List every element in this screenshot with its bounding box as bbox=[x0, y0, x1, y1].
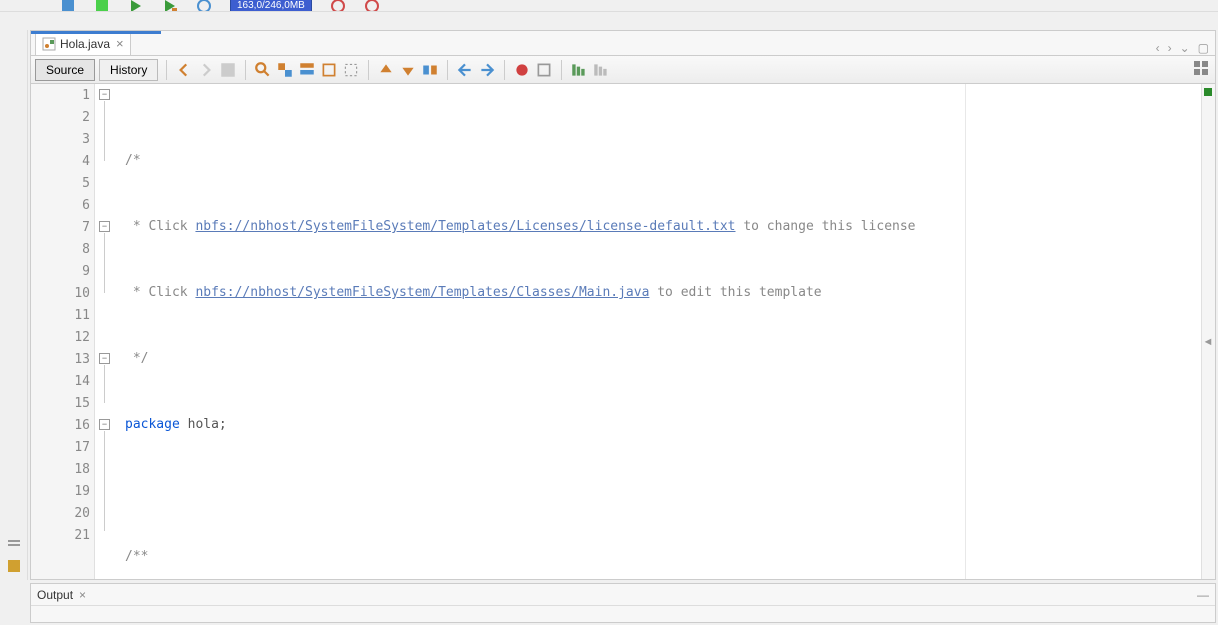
line-number: 6 bbox=[31, 194, 94, 216]
toolbar-icon[interactable] bbox=[330, 0, 346, 12]
history-view-button[interactable]: History bbox=[99, 59, 158, 81]
scroll-right-icon[interactable]: › bbox=[1168, 41, 1172, 55]
line-number: 3 bbox=[31, 128, 94, 150]
toolbar-icon[interactable] bbox=[60, 0, 76, 12]
file-tab[interactable]: Hola.java × bbox=[35, 31, 131, 55]
line-number: 7 bbox=[31, 216, 94, 238]
toolbar-icon-shift-right[interactable] bbox=[478, 61, 496, 79]
code-content[interactable]: /* * Click nbfs://nbhost/SystemFileSyste… bbox=[95, 84, 1201, 579]
toolbar-icon[interactable] bbox=[342, 61, 360, 79]
close-output-icon[interactable]: × bbox=[79, 588, 86, 602]
line-number: 9 bbox=[31, 260, 94, 282]
toolbar-icon-forward[interactable] bbox=[197, 61, 215, 79]
editor-toolbar: Source History bbox=[31, 56, 1215, 84]
rail-icon[interactable] bbox=[6, 536, 22, 552]
line-number: 21 bbox=[31, 524, 94, 546]
toolbar-icon-split[interactable] bbox=[1193, 60, 1209, 76]
java-file-icon bbox=[42, 37, 56, 51]
toolbar-icon-stop[interactable] bbox=[535, 61, 553, 79]
close-tab-icon[interactable]: × bbox=[116, 36, 124, 51]
toolbar-icon[interactable] bbox=[298, 61, 316, 79]
line-number: 16 bbox=[31, 414, 94, 436]
line-number: 13 bbox=[31, 348, 94, 370]
collapse-arrow-icon[interactable]: ◄ bbox=[1201, 332, 1215, 352]
template-link[interactable]: nbfs://nbhost/SystemFileSystem/Templates… bbox=[195, 285, 649, 300]
toolbar-icon[interactable] bbox=[320, 61, 338, 79]
line-number: 10 bbox=[31, 282, 94, 304]
toolbar-icon[interactable] bbox=[276, 61, 294, 79]
rail-icon[interactable] bbox=[6, 558, 22, 574]
toolbar-icon[interactable] bbox=[219, 61, 237, 79]
output-title: Output bbox=[37, 588, 73, 602]
line-number: 12 bbox=[31, 326, 94, 348]
memory-indicator[interactable]: 163,0/246,0MB bbox=[230, 0, 312, 12]
toolbar-icon[interactable] bbox=[128, 0, 144, 12]
top-toolbar: 163,0/246,0MB bbox=[0, 0, 1218, 12]
dropdown-icon[interactable]: ⌄ bbox=[1180, 41, 1190, 55]
license-link[interactable]: nbfs://nbhost/SystemFileSystem/Templates… bbox=[195, 219, 735, 234]
line-number: 18 bbox=[31, 458, 94, 480]
line-number: 2 bbox=[31, 106, 94, 128]
line-number-gutter: 123456789101112131415161718192021 bbox=[31, 84, 95, 579]
editor-pane: Hola.java × ‹ › ⌄ ▢ Source History bbox=[30, 30, 1216, 580]
toolbar-icon[interactable] bbox=[162, 0, 178, 12]
line-number: 14 bbox=[31, 370, 94, 392]
tab-controls: ‹ › ⌄ ▢ bbox=[1156, 41, 1215, 55]
line-number: 8 bbox=[31, 238, 94, 260]
line-number: 1 bbox=[31, 84, 94, 106]
maximize-icon[interactable]: ▢ bbox=[1198, 41, 1209, 55]
toolbar-icon-shift-left[interactable] bbox=[456, 61, 474, 79]
toolbar-icon[interactable] bbox=[196, 0, 212, 12]
line-number: 17 bbox=[31, 436, 94, 458]
toolbar-icon[interactable] bbox=[94, 0, 110, 12]
toolbar-icon[interactable] bbox=[421, 61, 439, 79]
status-ok-icon bbox=[1204, 88, 1212, 96]
code-editor[interactable]: 123456789101112131415161718192021 − − − … bbox=[31, 84, 1215, 579]
file-tab-bar: Hola.java × ‹ › ⌄ ▢ bbox=[31, 31, 1215, 56]
line-number: 11 bbox=[31, 304, 94, 326]
toolbar-icon[interactable] bbox=[364, 0, 380, 12]
toolbar-icon[interactable] bbox=[570, 61, 588, 79]
minimize-output-icon[interactable]: — bbox=[1197, 588, 1209, 602]
toolbar-icon-record[interactable] bbox=[513, 61, 531, 79]
line-number: 5 bbox=[31, 172, 94, 194]
toolbar-icon-back[interactable] bbox=[175, 61, 193, 79]
toolbar-icon-search[interactable] bbox=[254, 61, 272, 79]
source-view-button[interactable]: Source bbox=[35, 59, 95, 81]
left-sidebar-rail bbox=[0, 30, 28, 580]
line-number: 15 bbox=[31, 392, 94, 414]
toolbar-icon-up[interactable] bbox=[377, 61, 395, 79]
scroll-left-icon[interactable]: ‹ bbox=[1156, 41, 1160, 55]
output-panel: Output × — bbox=[30, 583, 1216, 623]
output-header: Output × — bbox=[31, 584, 1215, 606]
line-number: 4 bbox=[31, 150, 94, 172]
toolbar-icon[interactable] bbox=[592, 61, 610, 79]
toolbar-icon-down[interactable] bbox=[399, 61, 417, 79]
line-number: 19 bbox=[31, 480, 94, 502]
line-number: 20 bbox=[31, 502, 94, 524]
file-tab-label: Hola.java bbox=[60, 37, 110, 51]
